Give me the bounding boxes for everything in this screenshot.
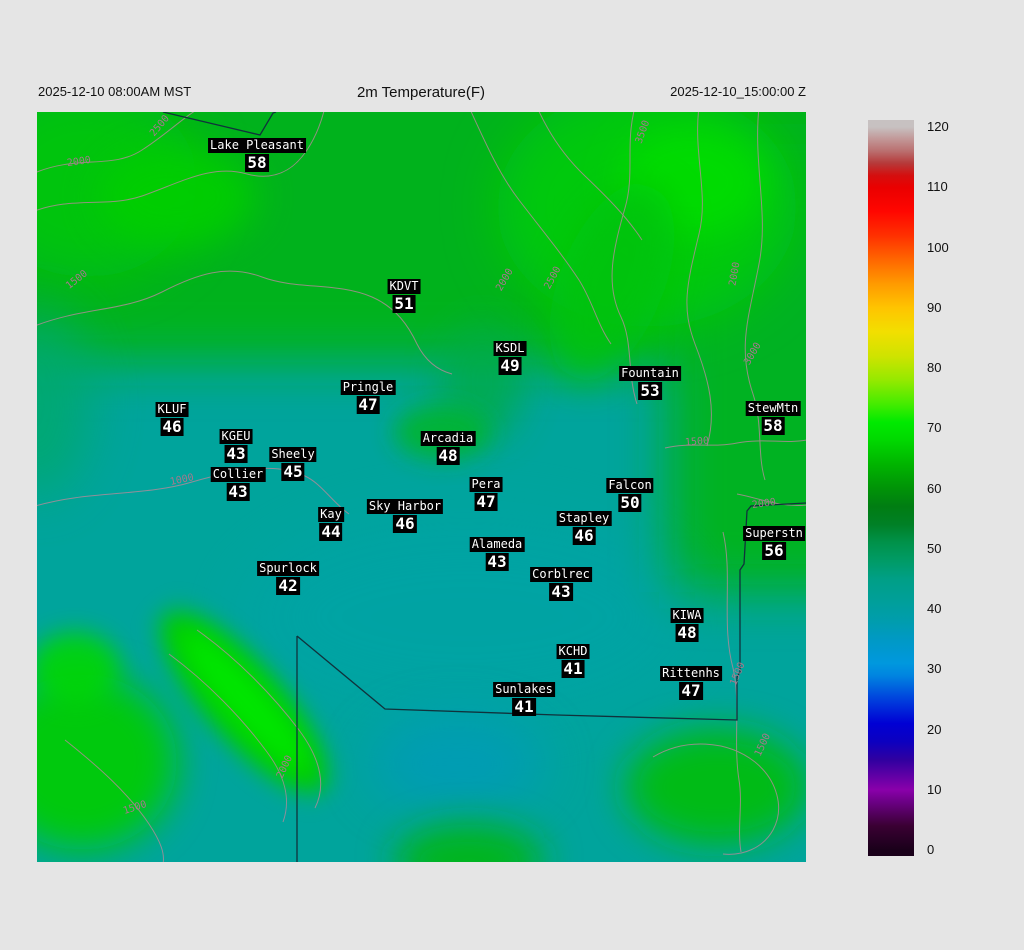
station-name: Fountain [619, 366, 681, 381]
station-temperature-value: 56 [762, 542, 785, 560]
station-temperature-value: 53 [638, 382, 661, 400]
station-label: Superstn56 [743, 526, 805, 560]
station-temperature-value: 43 [549, 583, 572, 601]
station-name: Alameda [470, 537, 525, 552]
station-temperature-value: 43 [485, 553, 508, 571]
station-label: KIWA48 [671, 608, 704, 642]
station-temperature-value: 48 [675, 624, 698, 642]
station-name: KSDL [494, 341, 527, 356]
station-name: Pera [470, 477, 503, 492]
temperature-map: 2500200015001000200025003500200030001500… [37, 112, 806, 862]
station-temperature-value: 47 [679, 682, 702, 700]
valid-time-utc: 2025-12-10_15:00:00 Z [670, 84, 806, 99]
weather-figure: 2025-12-10 08:00AM MST 2m Temperature(F)… [0, 0, 1024, 950]
station-name: KGEU [220, 429, 253, 444]
station-name: Sunlakes [493, 682, 555, 697]
station-temperature-value: 43 [224, 445, 247, 463]
station-name: Rittenhs [660, 666, 722, 681]
colorbar-tick-label: 80 [927, 360, 941, 376]
colorbar-tick-label: 30 [927, 661, 941, 677]
station-label: Falcon50 [606, 478, 653, 512]
station-temperature-value: 47 [474, 493, 497, 511]
station-label: Sky Harbor46 [367, 499, 443, 533]
station-name: Superstn [743, 526, 805, 541]
station-label: Rittenhs47 [660, 666, 722, 700]
station-name: KDVT [388, 279, 421, 294]
station-label: StewMtn58 [746, 401, 801, 435]
station-name: KLUF [156, 402, 189, 417]
station-name: Sky Harbor [367, 499, 443, 514]
colorbar-tick-label: 90 [927, 300, 941, 316]
station-name: Arcadia [421, 431, 476, 446]
station-temperature-value: 48 [436, 447, 459, 465]
station-label: Spurlock42 [257, 561, 319, 595]
station-temperature-value: 46 [572, 527, 595, 545]
station-name: Collier [211, 467, 266, 482]
colorbar-tick-label: 40 [927, 601, 941, 617]
station-temperature-value: 46 [393, 515, 416, 533]
station-label: Fountain53 [619, 366, 681, 400]
colorbar-tick-label: 20 [927, 722, 941, 738]
station-name: KIWA [671, 608, 704, 623]
station-temperature-value: 45 [281, 463, 304, 481]
colorbar-tick-label: 110 [927, 179, 948, 195]
station-label: KGEU43 [220, 429, 253, 463]
station-temperature-value: 41 [512, 698, 535, 716]
station-temperature-value: 46 [160, 418, 183, 436]
colorbar-tick-label: 100 [927, 240, 949, 256]
station-label: Corblrec43 [530, 567, 592, 601]
station-label: Kay44 [318, 507, 344, 541]
station-label: Stapley46 [557, 511, 612, 545]
station-temperature-value: 44 [319, 523, 342, 541]
station-name: Corblrec [530, 567, 592, 582]
valid-time-local: 2025-12-10 08:00AM MST [38, 84, 191, 99]
station-name: Falcon [606, 478, 653, 493]
station-label: Sheely45 [269, 447, 316, 481]
station-name: Pringle [341, 380, 396, 395]
station-temperature-value: 41 [561, 660, 584, 678]
figure-title: 2m Temperature(F) [357, 84, 485, 101]
station-temperature-value: 58 [245, 154, 268, 172]
station-name: StewMtn [746, 401, 801, 416]
colorbar-tick-label: 10 [927, 782, 941, 798]
station-name: Kay [318, 507, 344, 522]
station-name: Sheely [269, 447, 316, 462]
station-temperature-value: 50 [618, 494, 641, 512]
station-label: KLUF46 [156, 402, 189, 436]
colorbar [868, 120, 914, 856]
colorbar-tick-label: 50 [927, 541, 941, 557]
colorbar-tick-label: 70 [927, 420, 941, 436]
station-temperature-value: 58 [761, 417, 784, 435]
station-label: Alameda43 [470, 537, 525, 571]
station-temperature-value: 49 [498, 357, 521, 375]
colorbar-tick-label: 60 [927, 481, 941, 497]
station-label: Sunlakes41 [493, 682, 555, 716]
station-layer: Lake Pleasant58KDVT51KSDL49Fountain53Pri… [37, 112, 806, 862]
station-name: Spurlock [257, 561, 319, 576]
station-label: Pringle47 [341, 380, 396, 414]
station-temperature-value: 51 [392, 295, 415, 313]
station-label: Pera47 [470, 477, 503, 511]
station-label: Arcadia48 [421, 431, 476, 465]
station-label: KCHD41 [557, 644, 590, 678]
station-temperature-value: 47 [356, 396, 379, 414]
station-name: KCHD [557, 644, 590, 659]
station-name: Stapley [557, 511, 612, 526]
colorbar-tick-label: 0 [927, 842, 934, 858]
station-name: Lake Pleasant [208, 138, 306, 153]
station-temperature-value: 42 [276, 577, 299, 595]
station-temperature-value: 43 [226, 483, 249, 501]
station-label: KSDL49 [494, 341, 527, 375]
station-label: Collier43 [211, 467, 266, 501]
colorbar-tick-label: 120 [927, 119, 949, 135]
station-label: KDVT51 [388, 279, 421, 313]
station-label: Lake Pleasant58 [208, 138, 306, 172]
